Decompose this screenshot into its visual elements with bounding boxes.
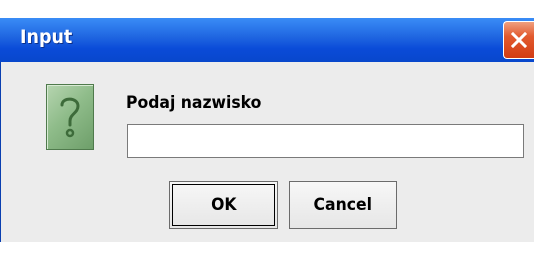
ok-button[interactable]: OK: [169, 181, 278, 229]
close-icon: [511, 32, 527, 48]
name-input[interactable]: [127, 124, 524, 158]
dialog-title: Input: [20, 26, 73, 48]
prompt-label: Podaj nazwisko: [126, 93, 262, 113]
question-icon: [46, 84, 94, 150]
close-button[interactable]: [503, 21, 534, 59]
ok-button-label: OK: [210, 195, 237, 215]
window-bottom-edge: [0, 242, 534, 258]
title-bar[interactable]: Input: [0, 18, 534, 62]
cancel-button-label: Cancel: [313, 195, 373, 215]
input-dialog: Input Podaj nazwisko OK Cancel: [0, 0, 534, 258]
cancel-button[interactable]: Cancel: [289, 181, 397, 229]
